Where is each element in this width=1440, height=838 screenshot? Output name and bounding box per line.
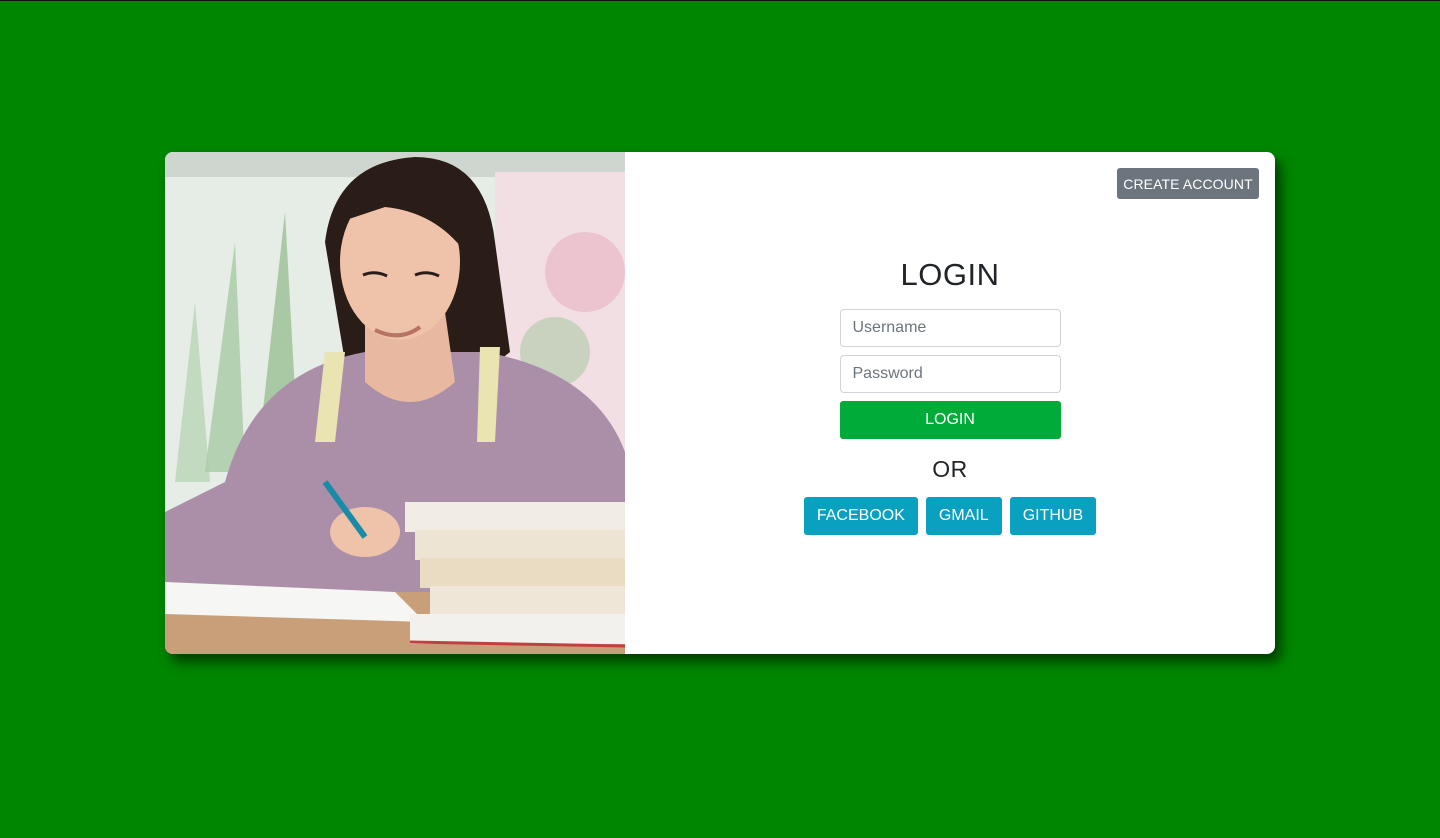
login-panel: CREATE ACCOUNT LOGIN LOGIN OR FACEBOOK G…: [625, 152, 1275, 654]
social-login-buttons: FACEBOOK GMAIL GITHUB: [803, 497, 1097, 535]
github-login-button[interactable]: GITHUB: [1009, 497, 1097, 535]
or-separator: OR: [932, 456, 968, 482]
login-title: LOGIN: [900, 257, 1000, 292]
create-account-button[interactable]: CREATE ACCOUNT: [1117, 168, 1259, 199]
password-input[interactable]: [839, 355, 1061, 393]
gmail-login-button[interactable]: GMAIL: [925, 497, 1002, 535]
login-form: LOGIN LOGIN OR FACEBOOK GMAIL GITHUB: [800, 252, 1100, 535]
username-input[interactable]: [839, 309, 1061, 347]
login-button[interactable]: LOGIN: [839, 401, 1061, 439]
student-studying-image: [165, 152, 625, 654]
facebook-login-button[interactable]: FACEBOOK: [803, 497, 918, 535]
login-card: CREATE ACCOUNT LOGIN LOGIN OR FACEBOOK G…: [165, 152, 1275, 654]
photo-illustration: [165, 152, 625, 654]
